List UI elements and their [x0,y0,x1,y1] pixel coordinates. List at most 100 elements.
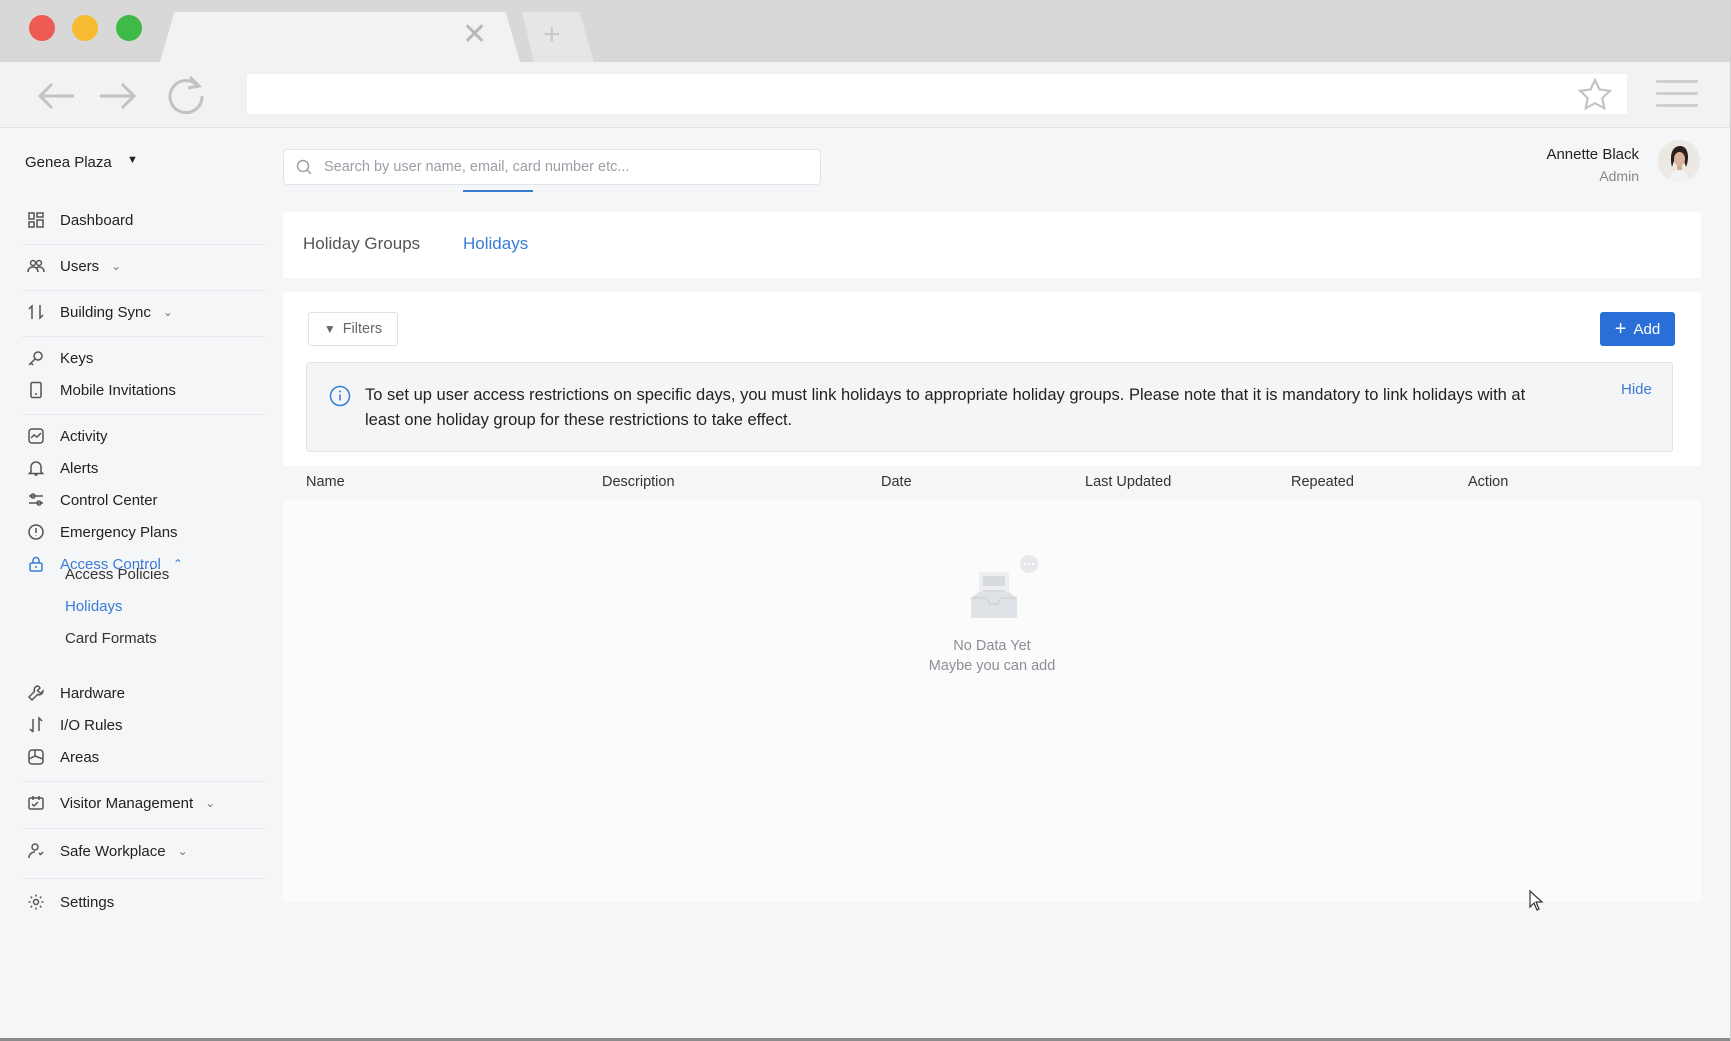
column-header-repeated[interactable]: Repeated [1291,474,1354,490]
sidebar-item-emergency-plans[interactable]: Emergency Plans [25,520,178,544]
column-header-description[interactable]: Description [602,474,675,490]
safe-workplace-icon [25,840,47,862]
sidebar-item-label: Keys [60,349,94,367]
filters-label: Filters [342,321,383,337]
sidebar-divider [22,878,265,879]
back-arrow-icon[interactable] [36,82,76,110]
areas-icon [25,746,47,768]
filters-button[interactable]: ▼ Filters [308,312,398,346]
holidays-panel: ▼ Filters + Add To set up user access re… [283,292,1701,902]
plus-icon: + [1614,318,1627,340]
column-header-date[interactable]: Date [881,474,912,490]
sidebar-item-keys[interactable]: Keys [25,346,93,370]
sidebar-item-mobile-invitations[interactable]: Mobile Invitations [25,378,176,402]
sidebar-item-label: Building Sync [60,303,151,321]
tab-holiday-groups[interactable]: Holiday Groups [303,234,420,254]
sidebar: Genea Plaza ▼ Dashboard Users ⌄ Building… [0,128,270,1041]
sidebar-item-label: Settings [60,893,115,911]
app-container: Genea Plaza ▼ Dashboard Users ⌄ Building… [0,128,1730,1041]
sidebar-item-safe-workplace[interactable]: Safe Workplace ⌄ [25,839,188,863]
search-icon [296,159,312,175]
emergency-icon [25,521,47,543]
chevron-down-icon[interactable]: ⌄ [163,305,173,319]
wrench-icon [25,682,47,704]
table-header: Name Description Date Last Updated Repea… [283,466,1701,500]
io-rules-icon [25,714,47,736]
control-center-icon [25,489,47,511]
info-message: To set up user access restrictions on sp… [365,386,1526,429]
browser-tab-bar: ✕ + [0,0,1730,62]
add-button[interactable]: + Add [1600,312,1675,346]
mouse-cursor-icon [1529,890,1544,911]
gear-icon [25,891,47,913]
sidebar-item-activity[interactable]: Activity [25,424,108,448]
reload-icon[interactable] [166,74,206,114]
maximize-window-button[interactable] [116,15,142,41]
tab-holidays[interactable]: Holidays [463,234,528,254]
avatar[interactable] [1658,140,1700,182]
sidebar-divider [22,828,265,829]
browser-window: ✕ + Genea Plaza ▼ Dashboard Users ⌄ Buil… [0,0,1731,1041]
new-tab-plus-icon[interactable]: + [543,20,561,50]
sidebar-item-label: Control Center [60,491,158,509]
minimize-window-button[interactable] [72,15,98,41]
sidebar-item-label: Activity [60,427,108,445]
sidebar-item-settings[interactable]: Settings [25,890,114,914]
tab-close-icon[interactable]: ✕ [462,20,487,50]
key-icon [25,347,47,369]
sidebar-item-dashboard[interactable]: Dashboard [25,208,133,232]
sidebar-item-visitor-management[interactable]: Visitor Management ⌄ [25,791,215,815]
column-header-action: Action [1468,474,1509,490]
empty-state-subtitle: Maybe you can add [928,658,1056,674]
sidebar-subitem-access-policies[interactable]: Access Policies [65,566,169,583]
forward-arrow-icon[interactable] [98,82,138,110]
active-tab-indicator [463,190,533,192]
close-window-button[interactable] [29,15,55,41]
sidebar-item-label: Mobile Invitations [60,381,176,399]
user-name: Annette Black [1546,146,1639,163]
sidebar-item-label: Alerts [60,459,99,477]
sidebar-item-building-sync[interactable]: Building Sync ⌄ [25,300,173,324]
sidebar-subitem-card-formats[interactable]: Card Formats [65,630,157,647]
sidebar-divider [22,244,265,245]
users-icon [25,255,47,277]
chevron-down-icon[interactable]: ⌄ [111,259,121,273]
info-banner: To set up user access restrictions on sp… [306,362,1673,452]
sidebar-item-areas[interactable]: Areas [25,745,99,769]
sidebar-item-users[interactable]: Users ⌄ [25,254,121,278]
address-bar[interactable] [247,74,1627,114]
search-input[interactable] [322,150,812,184]
bell-icon [25,457,47,479]
chevron-down-icon[interactable]: ⌄ [205,796,215,810]
hide-link[interactable]: Hide [1621,381,1652,398]
sidebar-divider [22,414,265,415]
search-box[interactable] [283,149,821,185]
sidebar-item-io-rules[interactable]: I/O Rules [25,713,123,737]
browser-toolbar [0,62,1730,128]
sidebar-item-label: Areas [60,748,100,766]
mobile-icon [25,379,47,401]
chevron-down-icon[interactable]: ⌄ [178,844,188,858]
tabs-bar: Holiday Groups Holidays [283,212,1701,278]
sidebar-item-label: Safe Workplace [60,842,166,860]
sidebar-subitem-holidays[interactable]: Holidays [65,598,123,615]
site-selector-label[interactable]: Genea Plaza [25,154,112,171]
user-role: Admin [1599,168,1639,184]
empty-inbox-icon [971,555,1038,618]
chevron-up-icon[interactable]: ⌃ [173,557,183,571]
sidebar-item-label: Hardware [60,684,126,702]
sidebar-item-hardware[interactable]: Hardware [25,681,125,705]
sidebar-divider [22,781,265,782]
browser-menu-icon[interactable] [1656,80,1698,110]
bookmark-star-icon[interactable] [1578,78,1612,110]
sidebar-item-control-center[interactable]: Control Center [25,488,158,512]
column-header-last-updated[interactable]: Last Updated [1085,474,1171,490]
sidebar-item-label: Visitor Management [60,794,194,812]
sidebar-item-alerts[interactable]: Alerts [25,456,98,480]
column-header-name[interactable]: Name [306,474,345,490]
empty-state-title: No Data Yet [953,638,1031,654]
info-icon [329,385,351,407]
user-avatar-icon [1658,140,1700,182]
caret-down-icon[interactable]: ▼ [127,154,138,166]
sidebar-divider [22,290,265,291]
